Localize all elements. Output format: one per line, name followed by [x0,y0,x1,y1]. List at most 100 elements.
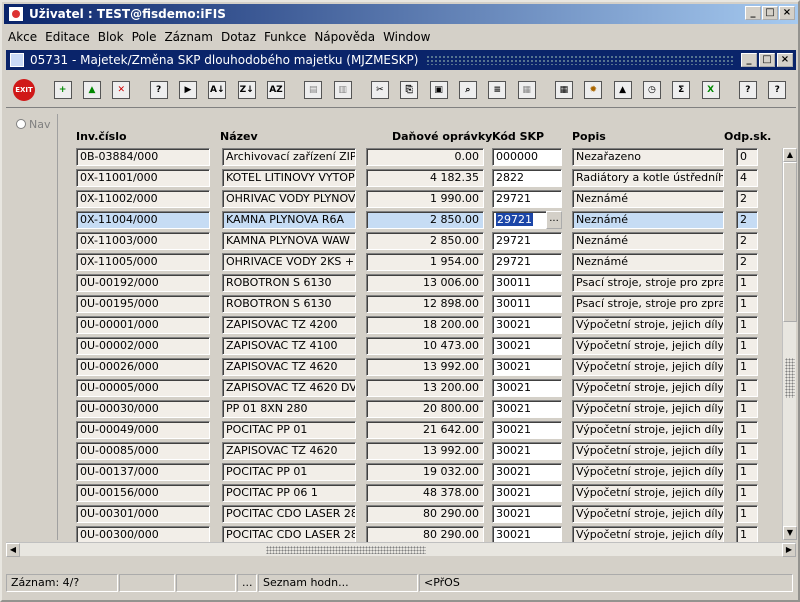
help-button[interactable]: ? [737,78,758,102]
scroll-up-arrow[interactable]: ▲ [783,148,797,162]
menu-akce[interactable]: Akce [8,30,37,44]
nazev-cell[interactable]: POCITAC PP 01 [222,463,356,481]
odp-cell[interactable]: 1 [736,295,758,313]
odp-cell[interactable]: 1 [736,316,758,334]
popis-cell[interactable]: Výpočetní stroje, jejich díly a pří [572,316,724,334]
odp-cell[interactable]: 1 [736,442,758,460]
popis-cell[interactable]: Výpočetní stroje, jejich díly a pří [572,358,724,376]
nazev-cell[interactable]: OHRIVACE VODY 2KS + M [222,253,356,271]
popis-cell[interactable]: Psací stroje, stroje pro zpracov [572,274,724,292]
nazev-cell[interactable]: POCITAC CDO LASER 286/ [222,505,356,523]
odp-cell[interactable]: 1 [736,463,758,481]
odp-cell[interactable]: 1 [736,337,758,355]
popis-cell[interactable]: Neznámé [572,232,724,250]
nazev-cell[interactable]: ZAPISOVAC TZ 4620 [222,442,356,460]
opravky-cell[interactable]: 80 290.00 [366,505,484,523]
popis-cell[interactable]: Výpočetní stroje, jejich díly a pří [572,379,724,397]
horizontal-scrollbar[interactable]: ◀ ▶ [6,542,796,557]
print-button[interactable]: ▤ [303,78,324,102]
scroll-down-arrow[interactable]: ▼ [783,526,797,540]
enter-query-button[interactable]: ? [148,78,169,102]
scroll-left-arrow[interactable]: ◀ [6,543,20,557]
opravky-cell[interactable]: 20 800.00 [366,400,484,418]
sort-desc-button[interactable]: Z↓ [236,78,257,102]
inv-cell[interactable]: 0U-00005/000 [76,379,210,397]
opravky-cell[interactable]: 4 182.35 [366,169,484,187]
opravky-cell[interactable]: 12 898.00 [366,295,484,313]
nazev-cell[interactable]: ROBOTRON S 6130 [222,295,356,313]
odp-cell[interactable]: 2 [736,211,758,229]
kod-cell[interactable]: 29721 [492,232,562,250]
kod-cell[interactable]: 29721 [492,190,562,208]
kod-cell[interactable]: 30021 [492,421,562,439]
menu-funkce[interactable]: Funkce [264,30,306,44]
nazev-cell[interactable]: ZAPISOVAC TZ 4200 [222,316,356,334]
sort-asc-button[interactable]: A↓ [207,78,228,102]
kod-cell[interactable]: 29721 [492,253,562,271]
nazev-cell[interactable]: KAMNA PLYNOVA WAW [222,232,356,250]
opravky-cell[interactable]: 13 992.00 [366,442,484,460]
form-minimize-button[interactable]: _ [741,53,757,67]
columns-button[interactable]: ▦ [516,78,537,102]
kod-cell[interactable]: 30011 [492,274,562,292]
opravky-cell[interactable]: 1 990.00 [366,190,484,208]
menu-pole[interactable]: Pole [132,30,157,44]
exit-button[interactable]: EXIT [12,78,36,102]
map-button[interactable]: ▲ [612,78,633,102]
vertical-scrollbar[interactable]: ▲ ▼ [782,148,797,540]
inv-cell[interactable]: 0U-00030/000 [76,400,210,418]
inv-cell[interactable]: 0U-00156/000 [76,484,210,502]
maximize-button[interactable]: □ [762,6,778,20]
opravky-cell[interactable]: 0.00 [366,148,484,166]
settings-button[interactable]: ✹ [583,78,604,102]
opravky-cell[interactable]: 48 378.00 [366,484,484,502]
paste-button[interactable]: ▣ [428,78,449,102]
inv-cell[interactable]: 0B-03884/000 [76,148,210,166]
clock-button[interactable]: ◷ [641,78,662,102]
popis-cell[interactable]: Neznámé [572,211,724,229]
popis-cell[interactable]: Výpočetní stroje, jejich díly a pří [572,421,724,439]
execute-query-button[interactable]: ▶ [177,78,198,102]
opravky-cell[interactable]: 13 992.00 [366,358,484,376]
popis-cell[interactable]: Neznámé [572,190,724,208]
nazev-cell[interactable]: PP 01 8XN 280 [222,400,356,418]
opravky-cell[interactable]: 1 954.00 [366,253,484,271]
odp-cell[interactable]: 1 [736,421,758,439]
kod-cell[interactable]: 000000 [492,148,562,166]
insert-record-button[interactable]: + [52,78,73,102]
kod-cell[interactable]: 30011 [492,295,562,313]
odp-cell[interactable]: 2 [736,253,758,271]
inv-cell[interactable]: 0X-11003/000 [76,232,210,250]
menu-editace[interactable]: Editace [45,30,90,44]
nazev-cell[interactable]: KAMNA PLYNOVA R6A [222,211,356,229]
opravky-cell[interactable]: 13 200.00 [366,379,484,397]
odp-cell[interactable]: 1 [736,358,758,376]
nazev-cell[interactable]: ZAPISOVAC TZ 4100 [222,337,356,355]
kod-cell[interactable]: 30021 [492,358,562,376]
nazev-cell[interactable]: Archivovací zařízení ZIP US [222,148,356,166]
kod-cell[interactable]: 30021 [492,337,562,355]
kod-cell[interactable]: 2822 [492,169,562,187]
kod-cell[interactable]: 30021 [492,379,562,397]
inv-cell[interactable]: 0U-00002/000 [76,337,210,355]
copy-button[interactable]: ⎘ [399,78,420,102]
menu-zaznam[interactable]: Záznam [164,30,213,44]
context-help-button[interactable]: ? [767,78,788,102]
kod-cell[interactable]: 30021 [492,316,562,334]
menu-blok[interactable]: Blok [98,30,124,44]
inv-cell[interactable]: 0X-11002/000 [76,190,210,208]
inv-cell[interactable]: 0X-11005/000 [76,253,210,271]
inv-cell[interactable]: 0U-00001/000 [76,316,210,334]
odp-cell[interactable]: 1 [736,400,758,418]
lov-button[interactable]: ... [546,211,562,229]
popis-cell[interactable]: Radiátory a kotle ústředního top [572,169,724,187]
popis-cell[interactable]: Výpočetní stroje, jejich díly a pří [572,400,724,418]
popis-cell[interactable]: Neznámé [572,253,724,271]
odp-cell[interactable]: 2 [736,190,758,208]
inv-cell[interactable]: 0U-00195/000 [76,295,210,313]
kod-cell[interactable]: 30021 [492,463,562,481]
menu-window[interactable]: Window [383,30,430,44]
inv-cell[interactable]: 0U-00137/000 [76,463,210,481]
minimize-button[interactable]: _ [745,6,761,20]
popis-cell[interactable]: Výpočetní stroje, jejich díly a pří [572,505,724,523]
